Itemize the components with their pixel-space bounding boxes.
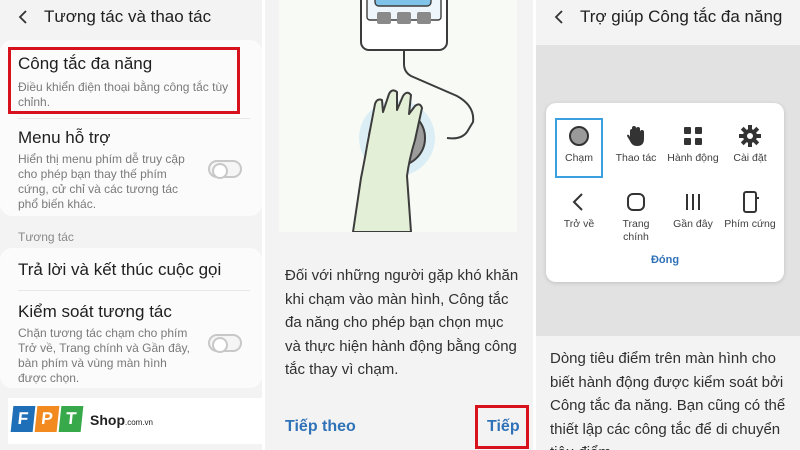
highlight-box — [8, 47, 240, 114]
settings-group: Trả lời và kết thúc cuộc gọi Kiểm soát t… — [0, 248, 262, 388]
menu-item-home[interactable]: Trang chính — [609, 191, 663, 244]
universal-switch-help-panel: Trợ giúp Công tắc đa năng Chạm Thao tác … — [536, 0, 800, 450]
back-chevron-icon — [572, 193, 583, 211]
logo-shop: Shop — [90, 412, 125, 428]
back-arrow-icon[interactable] — [552, 9, 568, 25]
interaction-control-subtitle: Chặn tương tác chạm cho phím Trở về, Tra… — [18, 326, 190, 385]
menu-item-recents[interactable]: Gần đây — [666, 191, 720, 231]
menu-item-settings[interactable]: Cài đặt — [723, 125, 777, 165]
intro-description: Đối với những người gặp khó khăn khi chạ… — [285, 267, 519, 378]
accessibility-settings-panel: Tương tác và thao tác Công tắc đa năng Đ… — [0, 0, 262, 450]
menu-item-hardware-keys[interactable]: Phím cứng — [723, 191, 777, 231]
menu-item-tap[interactable]: Chạm — [552, 125, 606, 165]
demo-area: Chạm Thao tác Hành động Cài đặt Trở về T… — [536, 45, 800, 336]
page-title: Tương tác và thao tác — [44, 7, 212, 26]
logo-letter: P — [34, 406, 60, 432]
circle-icon — [569, 126, 589, 146]
menu-item-label: Gần đây — [673, 218, 713, 230]
assistant-menu-subtitle: Hiển thị menu phím dễ truy cập cho phép … — [18, 152, 185, 211]
close-button[interactable]: Đóng — [546, 254, 784, 266]
menu-item-label: Trở về — [563, 218, 595, 230]
logo-shop-text: Shop.com.vn — [90, 412, 153, 428]
menu-item-gestures[interactable]: Thao tác — [609, 125, 663, 165]
hand-icon — [627, 126, 644, 146]
divider — [18, 118, 250, 119]
menu-item-label: Cài đặt — [733, 152, 767, 164]
interaction-control-title[interactable]: Kiểm soát tương tác — [18, 302, 172, 322]
interaction-control-toggle[interactable] — [208, 334, 242, 353]
menu-item-actions[interactable]: Hành động — [666, 125, 720, 165]
fptshop-logo: F P T Shop.com.vn — [8, 398, 262, 444]
universal-switch-intro-panel: Đối với những người gặp khó khăn khi chạ… — [265, 0, 533, 450]
assistant-menu-title[interactable]: Menu hỗ trợ — [18, 128, 110, 148]
logo-domain: .com.vn — [125, 418, 154, 427]
section-label: Tương tác — [18, 230, 74, 244]
header: Trợ giúp Công tắc đa năng — [536, 0, 800, 34]
menu-item-label: Chạm — [564, 152, 593, 164]
home-square-icon — [627, 193, 645, 211]
page-title: Trợ giúp Công tắc đa năng — [580, 7, 783, 26]
switch-menu-card: Chạm Thao tác Hành động Cài đặt Trở về T… — [546, 103, 784, 282]
divider — [18, 290, 250, 291]
switch-illustration — [279, 0, 517, 233]
skip-button[interactable]: Tiếp theo — [285, 418, 356, 436]
gear-icon — [739, 125, 761, 147]
header: Tương tác và thao tác — [0, 0, 262, 34]
answer-end-calls-title[interactable]: Trả lời và kết thúc cuộc gọi — [18, 260, 221, 280]
apps-grid-icon — [684, 127, 702, 145]
menu-item-label: Phím cứng — [724, 218, 776, 230]
back-arrow-icon[interactable] — [16, 9, 32, 25]
fpt-letters: F P T — [10, 406, 84, 432]
menu-item-label: Hành động — [667, 152, 719, 164]
logo-letter: T — [58, 406, 84, 432]
recents-icon — [686, 194, 700, 210]
logo-letter: F — [10, 406, 36, 432]
menu-item-label: Thao tác — [615, 152, 657, 164]
menu-item-label: Trang chính — [622, 218, 650, 243]
phone-icon — [743, 191, 759, 213]
hand-pressing-switch-illustration — [352, 0, 475, 233]
help-description: Dòng tiêu điểm trên màn hình cho biết hà… — [550, 350, 786, 450]
assistant-menu-toggle[interactable] — [208, 160, 242, 179]
highlight-box — [475, 405, 529, 449]
menu-item-back[interactable]: Trở về — [552, 191, 606, 231]
